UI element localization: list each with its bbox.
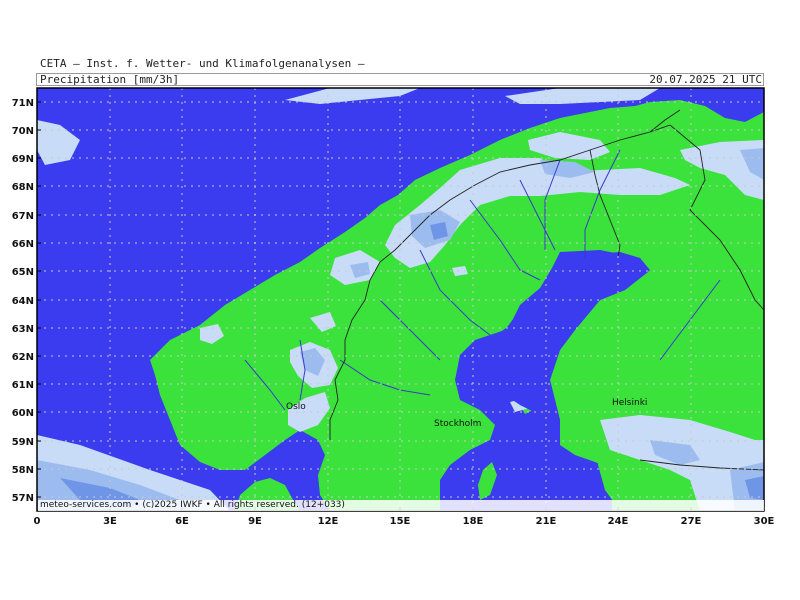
city-label-oslo: Oslo	[286, 402, 306, 412]
lat-label: 58N	[12, 465, 34, 476]
lon-label: 21E	[536, 516, 557, 527]
lat-label: 67N	[12, 211, 34, 222]
lon-label: 18E	[463, 516, 484, 527]
lat-label: 65N	[12, 267, 34, 278]
lon-label: 9E	[248, 516, 262, 527]
lon-label: 12E	[318, 516, 339, 527]
city-label-helsinki: Helsinki	[612, 398, 647, 408]
lon-label: 15E	[390, 516, 411, 527]
lat-label: 63N	[12, 324, 34, 335]
copyright-footer: meteo-services.com • (c)2025 IWKF • All …	[38, 500, 764, 511]
lon-label: 6E	[175, 516, 189, 527]
lat-label: 64N	[12, 296, 34, 307]
city-label-stockholm: Stockholm	[434, 419, 481, 429]
lat-label: 62N	[12, 352, 34, 363]
lat-label: 66N	[12, 239, 34, 250]
lon-label: 0	[34, 516, 41, 527]
lon-label: 30E	[754, 516, 775, 527]
lat-label: 57N	[12, 493, 34, 504]
lon-label: 27E	[681, 516, 702, 527]
lat-label: 59N	[12, 437, 34, 448]
lat-label: 60N	[12, 408, 34, 419]
lat-label: 61N	[12, 380, 34, 391]
lon-label: 3E	[103, 516, 117, 527]
lat-label: 69N	[12, 154, 34, 165]
lat-label: 71N	[12, 98, 34, 109]
lon-label: 24E	[608, 516, 629, 527]
lat-label: 70N	[12, 126, 34, 137]
lat-label: 68N	[12, 182, 34, 193]
